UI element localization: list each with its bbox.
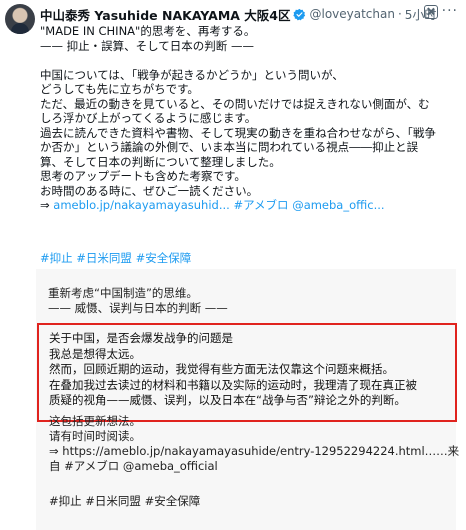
hashtag-row: #抑止 #日米同盟 #安全保障 — [40, 250, 191, 266]
hashtag-link[interactable]: #抑止 — [40, 251, 73, 265]
translation-line: 重新考虑“中国制造”的思维。 — [48, 286, 198, 300]
mention-link[interactable]: @ameba_offic... — [292, 198, 384, 212]
translation-header: 重新考虑“中国制造”的思维。 —— 威慑、误判与日本的判断 —— — [48, 286, 228, 316]
translation-line: —— 威慑、误判与日本的判断 —— — [48, 301, 228, 315]
body-line: ただ、最近の動きを見ていると、その問いだけでは捉えきれない側面が、む — [40, 96, 430, 111]
translation-line: 关于中国，是否会爆发战争的问题是 — [49, 331, 233, 345]
grok-icon[interactable] — [424, 5, 438, 19]
translation-line: 我总是想得太远。 — [49, 346, 141, 361]
body-line: 算、そして日本の判断について整理しました。 — [40, 154, 281, 169]
body-line: 過去に読んできた資料や書物、そして現実の動きを重ね合わせながら、「戦争 — [40, 125, 436, 140]
translation-line: 在叠加我过去读过的材料和书籍以及实际的运动时，我理清了现在真正被 — [49, 377, 417, 392]
translation-line: 这包括更新想法。 — [49, 414, 141, 428]
body-line: "MADE IN CHINA"的思考を、再考する。 — [40, 24, 256, 38]
post-body: "MADE IN CHINA"的思考を、再考する。 —— 抑止・誤算、そして日本… — [40, 24, 458, 213]
link-line: ⇒ ameblo.jp/nakayamayasuhid... #アメブロ @am… — [40, 198, 458, 213]
more-options-icon[interactable]: ··· — [442, 3, 458, 19]
translation-hashtags: #抑止 #日米同盟 #安全保障 — [49, 494, 201, 508]
translation-line: 请有时间时阅读。 — [49, 429, 141, 443]
translation-line: 自 #アメブロ @ameba_official — [49, 459, 218, 473]
body-line: か否か」という議論の外側で、いま本当に問われている視点――抑止と誤 — [40, 140, 419, 154]
avatar[interactable] — [5, 4, 35, 34]
separator-dot: · — [397, 7, 402, 21]
highlighted-translation: 关于中国，是否会爆发战争的问题是 我总是想得太远。 然而，回顾近期的运动，我觉得… — [49, 331, 417, 409]
author-name[interactable]: 中山泰秀 Yasuhide NAKAYAMA 大阪4区 — [40, 5, 290, 24]
post-header: 中山泰秀 Yasuhide NAKAYAMA 大阪4区 @loveyatchan… — [40, 5, 436, 23]
body-line: どうしても先に立ちがちです。 — [40, 82, 199, 96]
translation-link-line: ⇒ https://ameblo.jp/nakayamayasuhide/ent… — [49, 444, 460, 458]
body-line-empty — [40, 53, 458, 68]
body-line: しろ浮かび上がってくるように感じます。 — [40, 111, 257, 125]
hashtag-link[interactable]: #日米同盟 — [76, 251, 132, 265]
body-line: 思考のアップデートも含めた考察です。 — [40, 169, 246, 183]
translation-line: 质疑的视角——威慑、误判，以及日本在“战争与否”辩论之外的判断。 — [49, 393, 406, 407]
hashtag-link[interactable]: #アメブロ — [233, 198, 288, 212]
translation-footer: 这包括更新想法。 请有时间时阅读。 ⇒ https://ameblo.jp/na… — [49, 414, 459, 474]
verified-badge-icon — [293, 8, 306, 20]
post-card: 中山泰秀 Yasuhide NAKAYAMA 大阪4区 @loveyatchan… — [0, 0, 466, 530]
article-link[interactable]: ameblo.jp/nakayamayasuhid... — [53, 198, 230, 212]
body-line: 中国については、「戦争が起きるかどうか」という問いが、 — [40, 67, 344, 82]
body-line: —— 抑止・誤算、そして日本の判断 —— — [40, 38, 254, 53]
translation-line: 然而，回顾近期的运动，我觉得有些方面无法仅靠这个问题来概括。 — [49, 362, 394, 376]
arrow-symbol: ⇒ — [40, 198, 50, 212]
author-handle[interactable]: @loveyatchan — [309, 7, 394, 21]
hashtag-link[interactable]: #安全保障 — [136, 251, 192, 265]
body-line: お時間のある時に、ぜひご一読ください。 — [40, 183, 259, 198]
